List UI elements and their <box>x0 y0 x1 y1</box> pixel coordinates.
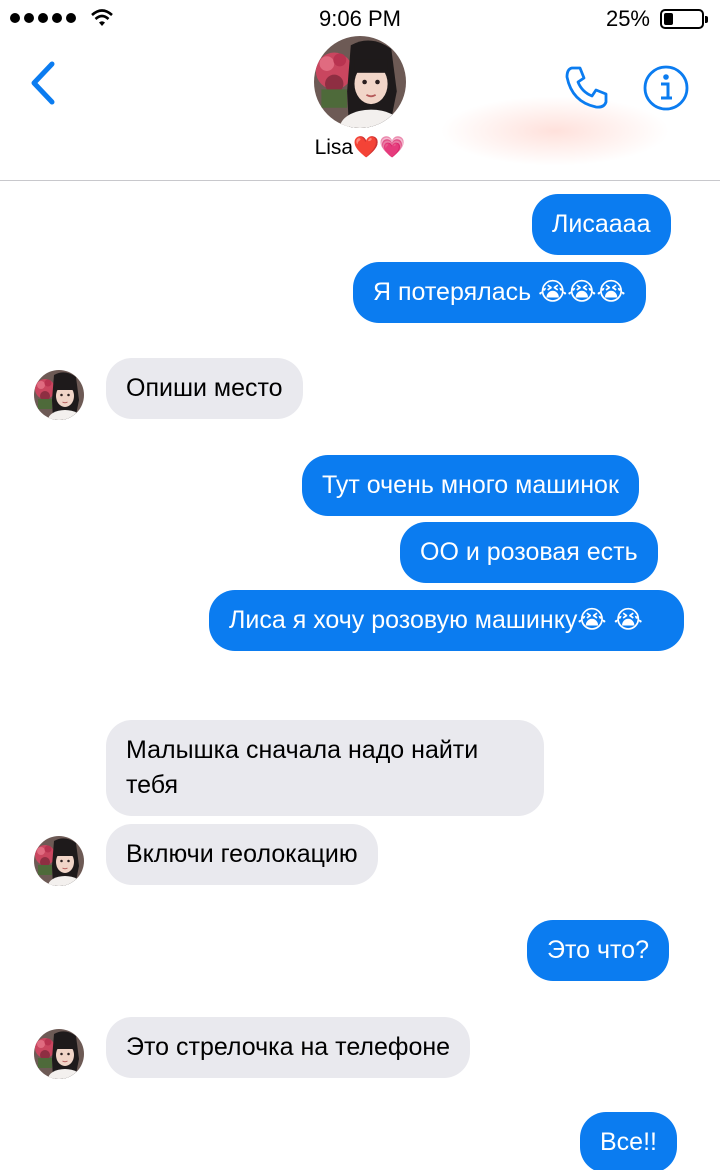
message-bubble-outgoing[interactable]: Все!! <box>580 1112 677 1170</box>
message-bubble-outgoing[interactable]: Лиса я хочу розовую машинку😭 😭 <box>209 590 684 651</box>
sender-avatar[interactable] <box>34 370 84 420</box>
message-bubble-outgoing[interactable]: ОО и розовая есть <box>400 522 658 583</box>
contact-avatar[interactable] <box>314 36 406 128</box>
message-bubble-incoming[interactable]: Включи геолокацию <box>106 824 378 885</box>
info-icon[interactable] <box>642 64 690 112</box>
message-bubble-incoming[interactable]: Малышка сначала надо найти тебя <box>106 720 544 816</box>
sender-avatar[interactable] <box>34 1029 84 1079</box>
chevron-left-icon[interactable] <box>22 56 68 110</box>
contact-name[interactable]: Lisa❤️💗 <box>0 136 720 160</box>
battery-icon <box>660 9 708 29</box>
phone-icon[interactable] <box>562 62 612 112</box>
message-bubble-outgoing[interactable]: Тут очень много машинок <box>302 455 639 516</box>
message-bubble-outgoing[interactable]: Лисаааа <box>532 194 671 255</box>
message-bubble-incoming[interactable]: Опиши место <box>106 358 303 419</box>
message-bubble-outgoing[interactable]: Я потерялась 😭😭😭 <box>353 262 646 323</box>
message-bubble-outgoing[interactable]: Это что? <box>527 920 669 981</box>
message-bubble-incoming[interactable]: Это стрелочка на телефоне <box>106 1017 471 1078</box>
battery-percent: 25% <box>605 6 650 31</box>
status-bar: 9:06 PM 25% <box>0 0 720 36</box>
sender-avatar[interactable] <box>34 836 84 886</box>
conversation-header: Lisa❤️💗 <box>0 36 720 181</box>
